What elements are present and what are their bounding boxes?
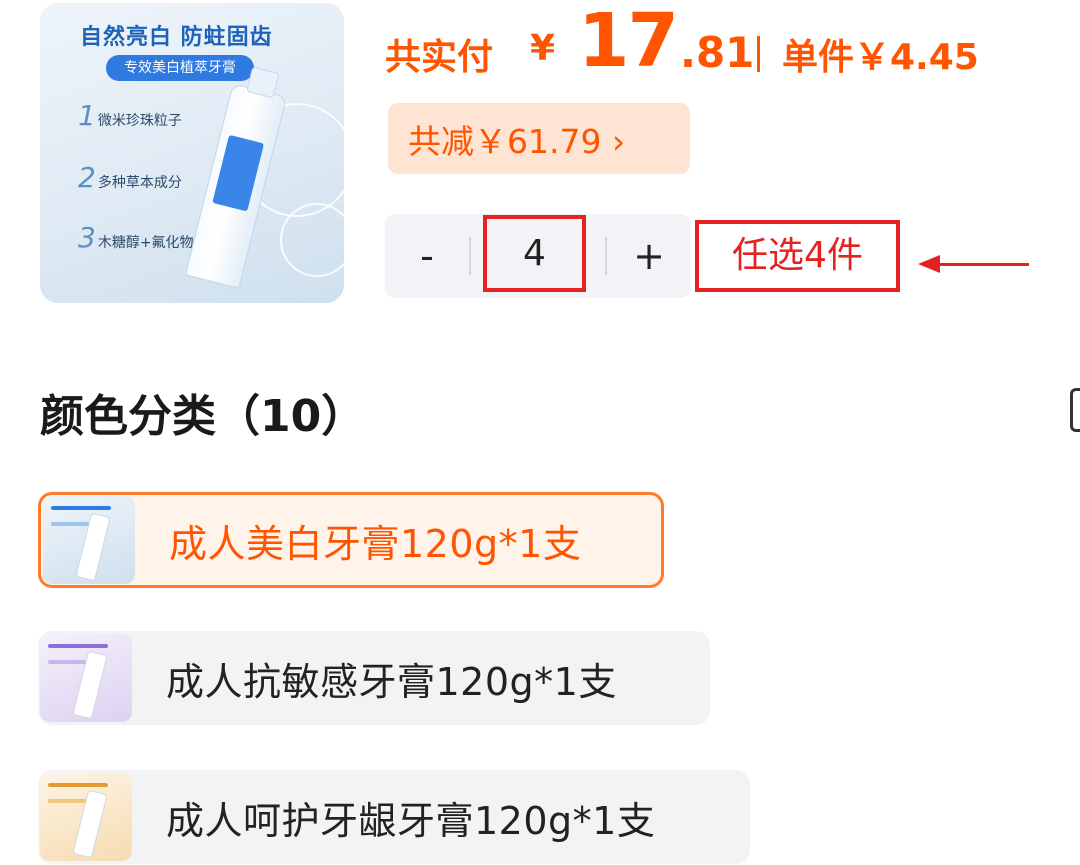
thumbnail-detail [51,506,111,510]
thumbnail-headline: 自然亮白 防蛀固齿 [80,25,273,50]
annotation-arrow-icon [918,255,940,273]
decrement-button[interactable]: - [385,214,469,298]
variant-option-whitening[interactable]: 成人美白牙膏120g*1支 [38,492,664,588]
variant-label: 成人呵护牙龈牙膏120g*1支 [166,798,656,843]
variant-option-sensitive[interactable]: 成人抗敏感牙膏120g*1支 [38,631,710,725]
thumbnail-detail [48,783,108,787]
increment-button[interactable]: + [607,214,691,298]
discount-detail-button[interactable]: 共减￥61.79 › [388,103,690,174]
thumbnail-feature: 1 微米珍珠粒子 [78,99,182,132]
variant-thumbnail [40,634,132,722]
unit-price: 单件￥4.45 [782,37,979,78]
variant-label: 成人美白牙膏120g*1支 [169,521,582,566]
price-decimal: .81 [680,28,755,77]
variant-option-gum-care[interactable]: 成人呵护牙龈牙膏120g*1支 [38,770,750,864]
annotation-any-four: 任选4件 [695,220,900,292]
thumbnail-detail [48,644,108,648]
price-integer: 17 [578,0,679,84]
price-lead-label: 共实付 [385,37,494,78]
variant-thumbnail [40,773,132,861]
quantity-input[interactable]: 4 [483,215,586,292]
variant-thumbnail [43,496,135,584]
variant-section-title: 颜色分类（10） [40,391,366,442]
variant-label: 成人抗敏感牙膏120g*1支 [166,659,617,704]
annotation-arrow-line [935,263,1029,266]
decor-bubble [280,203,344,277]
thumbnail-feature: 3 木糖醇+氟化物 [78,221,194,254]
product-thumbnail[interactable]: 自然亮白 防蛀固齿 专效美白植萃牙膏 1 微米珍珠粒子 2 多种草本成分 3 木糖醇+… [40,3,344,303]
discount-label: 共减￥61.79 › [408,121,626,161]
thumbnail-ribbon: 专效美白植萃牙膏 [106,55,254,81]
thumbnail-feature: 2 多种草本成分 [78,161,182,194]
price-divider [757,36,760,72]
view-toggle-icon[interactable] [1070,388,1080,432]
stepper-divider [469,237,471,275]
currency-symbol: ¥ [530,28,556,69]
